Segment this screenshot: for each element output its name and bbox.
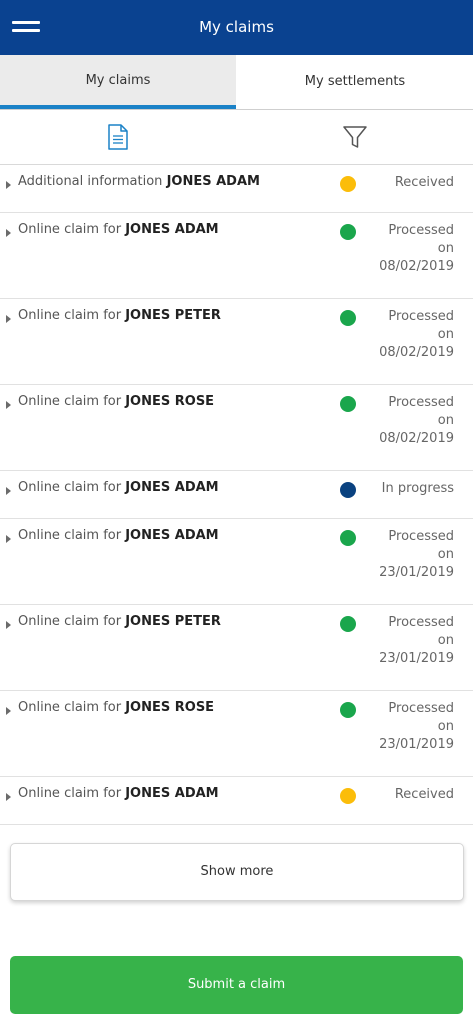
claim-row[interactable]: Online claim for JONES ROSE Processed on 23… (0, 691, 473, 777)
app-header: My claims (0, 0, 473, 55)
show-more-button[interactable]: Show more (10, 843, 464, 901)
expand-caret-icon[interactable] (6, 181, 11, 189)
status-line: on (437, 633, 454, 648)
claimant-name: JONES PETER (125, 614, 221, 629)
tab-my-claims[interactable]: My claims (0, 55, 236, 109)
claimant-name: JONES ADAM (125, 480, 219, 495)
expand-caret-icon[interactable] (6, 707, 11, 715)
expand-caret-icon[interactable] (6, 621, 11, 629)
claim-row[interactable]: Online claim for JONES ADAM Received (0, 777, 473, 825)
claims-list: Additional information JONES ADAM Receive… (0, 165, 473, 825)
claim-title: Online claim for JONES ROSE (18, 394, 214, 409)
status-line: Processed (388, 615, 454, 630)
status-line: Processed (388, 223, 454, 238)
claimant-name: JONES ADAM (166, 174, 260, 189)
status-line: on (437, 241, 454, 256)
claim-description: Online claim for (18, 528, 126, 543)
claim-row[interactable]: Online claim for JONES ROSE Processed on 08… (0, 385, 473, 471)
status-line: 08/02/2019 (379, 431, 454, 446)
claim-row[interactable]: Online claim for JONES ADAM Processed on 08… (0, 213, 473, 299)
status-text: Processed on 23/01/2019 (354, 528, 454, 582)
status-line: In progress (381, 481, 454, 496)
expand-caret-icon[interactable] (6, 535, 11, 543)
submit-claim-button[interactable]: Submit a claim (10, 956, 463, 1014)
status-line: on (437, 413, 454, 428)
status-text: In progress (354, 480, 454, 498)
claimant-name: JONES ADAM (125, 222, 219, 237)
status-line: Received (394, 175, 454, 190)
claim-title: Online claim for JONES ADAM (18, 480, 219, 495)
status-line: 23/01/2019 (379, 651, 454, 666)
status-line: on (437, 547, 454, 562)
expand-caret-icon[interactable] (6, 487, 11, 495)
status-text: Processed on 08/02/2019 (354, 222, 454, 276)
claim-row[interactable]: Online claim for JONES PETER Processed on 2… (0, 605, 473, 691)
status-line: Processed (388, 309, 454, 324)
status-text: Processed on 08/02/2019 (354, 308, 454, 362)
page-title: My claims (199, 18, 274, 36)
claim-description: Online claim for (18, 480, 126, 495)
claimant-name: JONES ADAM (125, 786, 219, 801)
claim-title: Online claim for JONES ADAM (18, 222, 219, 237)
claim-row[interactable]: Online claim for JONES ADAM In progress (0, 471, 473, 519)
claim-row[interactable]: Online claim for JONES ADAM Processed on 23… (0, 519, 473, 605)
claim-title: Online claim for JONES ADAM (18, 528, 219, 543)
status-line: 23/01/2019 (379, 737, 454, 752)
claim-row[interactable]: Online claim for JONES PETER Processed on 0… (0, 299, 473, 385)
claimant-name: JONES ROSE (125, 394, 215, 409)
status-line: 08/02/2019 (379, 259, 454, 274)
claim-description: Online claim for (18, 394, 126, 409)
claim-title: Online claim for JONES ROSE (18, 700, 214, 715)
claim-row[interactable]: Additional information JONES ADAM Receive… (0, 165, 473, 213)
expand-caret-icon[interactable] (6, 793, 11, 801)
expand-caret-icon[interactable] (6, 229, 11, 237)
claimant-name: JONES ROSE (125, 700, 215, 715)
document-icon[interactable] (107, 124, 129, 150)
claim-title: Online claim for JONES PETER (18, 308, 221, 323)
claimant-name: JONES PETER (125, 308, 221, 323)
status-line: Processed (388, 701, 454, 716)
tab-my-settlements[interactable]: My settlements (237, 55, 473, 109)
claim-title: Online claim for JONES PETER (18, 614, 221, 629)
status-text: Processed on 23/01/2019 (354, 700, 454, 754)
claim-description: Online claim for (18, 614, 126, 629)
status-line: 23/01/2019 (379, 565, 454, 580)
status-line: 08/02/2019 (379, 345, 454, 360)
expand-caret-icon[interactable] (6, 401, 11, 409)
status-line: on (437, 327, 454, 342)
status-line: Processed (388, 529, 454, 544)
status-line: on (437, 719, 454, 734)
status-line: Received (394, 787, 454, 802)
status-text: Received (354, 174, 454, 192)
claim-title: Online claim for JONES ADAM (18, 786, 219, 801)
claim-description: Online claim for (18, 308, 126, 323)
status-text: Received (354, 786, 454, 804)
claimant-name: JONES ADAM (125, 528, 219, 543)
status-line: Processed (388, 395, 454, 410)
claim-description: Additional information (18, 174, 167, 189)
status-text: Processed on 23/01/2019 (354, 614, 454, 668)
claim-description: Online claim for (18, 700, 126, 715)
claim-title: Additional information JONES ADAM (18, 174, 260, 189)
tab-bar: My claims My settlements (0, 55, 473, 110)
list-toolbar (0, 110, 473, 165)
filter-icon[interactable] (342, 124, 368, 150)
status-text: Processed on 08/02/2019 (354, 394, 454, 448)
claim-description: Online claim for (18, 786, 126, 801)
claim-description: Online claim for (18, 222, 126, 237)
expand-caret-icon[interactable] (6, 315, 11, 323)
